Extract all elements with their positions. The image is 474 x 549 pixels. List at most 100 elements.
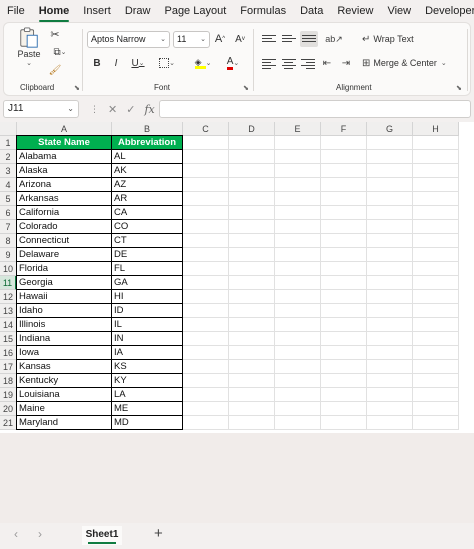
row-header-10[interactable]: 10 xyxy=(0,262,17,276)
abbreviation-cell[interactable]: DE xyxy=(112,248,183,262)
format-painter-button[interactable]: 🖌 xyxy=(48,63,62,77)
abbreviation-cell[interactable]: HI xyxy=(112,290,183,304)
orientation-button[interactable]: ab↗ xyxy=(322,31,346,47)
column-header-a[interactable]: A xyxy=(17,122,112,136)
dialog-launcher-icon[interactable]: ⬊ xyxy=(74,84,80,92)
abbreviation-cell[interactable]: CA xyxy=(112,206,183,220)
row-header-16[interactable]: 16 xyxy=(0,346,17,360)
row-header-12[interactable]: 12 xyxy=(0,290,17,304)
underline-button[interactable]: U ⌄ xyxy=(126,55,150,71)
formula-input[interactable] xyxy=(159,100,471,118)
abbreviation-cell[interactable]: AZ xyxy=(112,178,183,192)
state-name-cell[interactable]: Indiana xyxy=(17,332,112,346)
align-top-icon[interactable] xyxy=(262,33,276,45)
row-header-5[interactable]: 5 xyxy=(0,192,17,206)
align-center-icon[interactable] xyxy=(282,57,296,69)
abbreviation-cell[interactable]: ME xyxy=(112,402,183,416)
menu-tab-formulas[interactable]: Formulas xyxy=(233,0,293,22)
menu-tab-data[interactable]: Data xyxy=(293,0,330,22)
font-size-select[interactable]: 11 ⌄ xyxy=(173,31,210,48)
state-name-cell[interactable]: Iowa xyxy=(17,346,112,360)
state-name-cell[interactable]: Alaska xyxy=(17,164,112,178)
state-name-cell[interactable]: Maine xyxy=(17,402,112,416)
state-name-cell[interactable]: Delaware xyxy=(17,248,112,262)
fill-color-button[interactable]: ◈ ⌄ xyxy=(190,55,216,71)
row-header-1[interactable]: 1 xyxy=(0,136,17,150)
menu-tab-home[interactable]: Home xyxy=(32,0,77,22)
decrease-font-button[interactable]: Av xyxy=(232,31,248,47)
insert-function-icon[interactable]: fx xyxy=(144,103,154,116)
row-header-17[interactable]: 17 xyxy=(0,360,17,374)
menu-tab-developer[interactable]: Developer xyxy=(418,0,474,22)
add-sheet-button[interactable]: + xyxy=(154,525,163,542)
state-name-cell[interactable]: Alabama xyxy=(17,150,112,164)
copy-button[interactable]: ⧉ ⌄ xyxy=(48,45,72,59)
abbreviation-cell[interactable]: CO xyxy=(112,220,183,234)
increase-font-button[interactable]: A ^ xyxy=(212,31,228,47)
row-header-21[interactable]: 21 xyxy=(0,416,17,430)
state-name-cell[interactable]: Kansas xyxy=(17,360,112,374)
menu-tab-draw[interactable]: Draw xyxy=(118,0,158,22)
dialog-launcher-icon[interactable]: ⬊ xyxy=(243,84,249,92)
abbreviation-cell[interactable]: AR xyxy=(112,192,183,206)
merge-center-button[interactable]: ⊞ Merge & Center ⌄ xyxy=(362,55,458,71)
menu-tab-review[interactable]: Review xyxy=(330,0,380,22)
abbreviation-cell[interactable]: IA xyxy=(112,346,183,360)
abbreviation-cell[interactable]: MD xyxy=(112,416,183,430)
dialog-launcher-icon[interactable]: ⬊ xyxy=(456,84,462,92)
menu-tab-page-layout[interactable]: Page Layout xyxy=(157,0,233,22)
state-name-cell[interactable]: Florida xyxy=(17,262,112,276)
spreadsheet-grid[interactable]: A B C D E F G H 1 2 3 4 5 6 7 8 9 10 11 12 13 14 15 16 17 18 19 20 2… xyxy=(0,122,474,433)
state-name-cell[interactable]: Kentucky xyxy=(17,374,112,388)
column-header-b[interactable]: B xyxy=(112,122,183,136)
header-cell-state-name[interactable]: State Name xyxy=(17,136,112,150)
select-all-corner[interactable] xyxy=(0,122,17,136)
header-cell-abbreviation[interactable]: Abbreviation xyxy=(112,136,183,150)
next-sheet-icon[interactable]: › xyxy=(38,527,42,541)
state-name-cell[interactable]: Georgia xyxy=(17,276,112,290)
abbreviation-cell[interactable]: AL xyxy=(112,150,183,164)
wrap-text-button[interactable]: ↵ Wrap Text xyxy=(362,31,426,47)
row-header-13[interactable]: 13 xyxy=(0,304,17,318)
menu-tab-view[interactable]: View xyxy=(380,0,418,22)
row-header-4[interactable]: 4 xyxy=(0,178,17,192)
column-header-e[interactable]: E xyxy=(275,122,321,136)
row-header-9[interactable]: 9 xyxy=(0,248,17,262)
align-middle-icon[interactable] xyxy=(282,33,296,45)
cancel-icon[interactable]: ✕ xyxy=(108,103,117,116)
state-name-cell[interactable]: Hawaii xyxy=(17,290,112,304)
state-name-cell[interactable]: Illinois xyxy=(17,318,112,332)
abbreviation-cell[interactable]: AK xyxy=(112,164,183,178)
name-box[interactable]: J11 ⌄ xyxy=(3,100,79,118)
row-header-6[interactable]: 6 xyxy=(0,206,17,220)
row-header-15[interactable]: 15 xyxy=(0,332,17,346)
prev-sheet-icon[interactable]: ‹ xyxy=(14,527,18,541)
italic-button[interactable]: I xyxy=(108,55,124,71)
abbreviation-cell[interactable]: LA xyxy=(112,388,183,402)
state-name-cell[interactable]: Maryland xyxy=(17,416,112,430)
abbreviation-cell[interactable]: IN xyxy=(112,332,183,346)
bold-button[interactable]: B xyxy=(89,55,105,71)
menu-tab-file[interactable]: File xyxy=(0,0,32,22)
align-left-icon[interactable] xyxy=(262,57,276,69)
row-header-14[interactable]: 14 xyxy=(0,318,17,332)
align-right-icon[interactable] xyxy=(301,57,315,69)
font-name-select[interactable]: Aptos Narrow ⌄ xyxy=(87,31,170,48)
row-header-7[interactable]: 7 xyxy=(0,220,17,234)
state-name-cell[interactable]: Louisiana xyxy=(17,388,112,402)
abbreviation-cell[interactable]: GA xyxy=(112,276,183,290)
column-header-f[interactable]: F xyxy=(321,122,367,136)
abbreviation-cell[interactable]: ID xyxy=(112,304,183,318)
state-name-cell[interactable]: California xyxy=(17,206,112,220)
sheet-tab[interactable]: Sheet1 xyxy=(82,526,122,545)
abbreviation-cell[interactable]: IL xyxy=(112,318,183,332)
state-name-cell[interactable]: Arizona xyxy=(17,178,112,192)
decrease-indent-button[interactable]: ⇤ xyxy=(319,55,335,71)
column-header-d[interactable]: D xyxy=(229,122,275,136)
state-name-cell[interactable]: Colorado xyxy=(17,220,112,234)
row-header-8[interactable]: 8 xyxy=(0,234,17,248)
row-header-11[interactable]: 11 xyxy=(0,276,17,290)
row-header-20[interactable]: 20 xyxy=(0,402,17,416)
row-header-3[interactable]: 3 xyxy=(0,164,17,178)
abbreviation-cell[interactable]: CT xyxy=(112,234,183,248)
